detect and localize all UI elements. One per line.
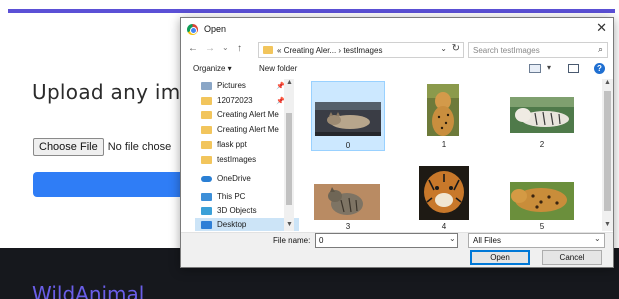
scrollbar-thumb[interactable] bbox=[604, 91, 611, 211]
accent-bar bbox=[8, 9, 615, 13]
file-item-1[interactable]: 1 bbox=[407, 81, 481, 151]
thumbnail-leopard-image bbox=[510, 182, 574, 220]
computer-icon bbox=[201, 192, 212, 201]
file-input[interactable]: Choose File No file chose bbox=[33, 138, 171, 156]
no-file-text: No file chose bbox=[107, 141, 172, 153]
close-icon[interactable]: ✕ bbox=[596, 21, 607, 35]
file-list: 0 1 2 3 4 5 bbox=[307, 79, 599, 231]
nav-item-label: Desktop bbox=[217, 220, 247, 229]
address-row: ← → ⌄ ↑ « Creating Aler... › testImages … bbox=[181, 40, 613, 61]
nav-item-label: flask ppt bbox=[217, 140, 247, 149]
breadcrumb-separator: › bbox=[338, 45, 342, 55]
scroll-down-icon[interactable]: ▼ bbox=[286, 221, 293, 228]
thumbnail-tabby-cat-image bbox=[314, 184, 380, 220]
chrome-icon bbox=[187, 23, 198, 35]
address-prefix: « bbox=[277, 45, 282, 55]
thumbnail-tiger-image bbox=[419, 166, 469, 220]
3d-objects-icon bbox=[201, 206, 212, 215]
file-item-5[interactable]: 5 bbox=[505, 162, 579, 231]
file-name: 1 bbox=[441, 140, 447, 149]
refresh-icon[interactable]: ↻ bbox=[452, 43, 460, 54]
open-button[interactable]: Open bbox=[470, 250, 530, 265]
up-arrow-icon[interactable]: ↑ bbox=[237, 43, 242, 54]
pictures-icon bbox=[201, 81, 212, 90]
folder-icon bbox=[201, 140, 212, 149]
nav-item-label: Creating Alert Me bbox=[217, 125, 279, 134]
recent-locations-icon[interactable]: ⌄ bbox=[222, 43, 229, 52]
nav-item-label: testImages bbox=[217, 155, 257, 164]
thumbnail-white-tiger-image bbox=[510, 97, 574, 133]
forward-arrow-icon[interactable]: → bbox=[205, 43, 215, 54]
preview-pane-icon[interactable] bbox=[568, 64, 579, 73]
file-name-field[interactable]: 0 bbox=[315, 233, 458, 248]
dialog-titlebar[interactable]: Open ✕ bbox=[181, 18, 613, 40]
scroll-up-icon[interactable]: ▲ bbox=[286, 79, 293, 86]
help-icon[interactable]: ? bbox=[594, 63, 605, 74]
cloud-icon bbox=[201, 175, 212, 182]
nav-item-label: 12072023 bbox=[217, 96, 253, 105]
dialog-title: Open bbox=[204, 24, 227, 34]
scroll-down-icon[interactable]: ▼ bbox=[604, 221, 611, 228]
desktop-icon bbox=[201, 220, 212, 229]
screen: Upload any ima Choose File No file chose… bbox=[0, 0, 619, 299]
cancel-button[interactable]: Cancel bbox=[542, 250, 602, 265]
new-folder-button[interactable]: New folder bbox=[259, 64, 297, 73]
nav-item-label: 3D Objects bbox=[217, 206, 257, 215]
file-type-select[interactable]: All Files bbox=[468, 233, 605, 248]
nav-item-label: OneDrive bbox=[217, 174, 251, 183]
folder-icon bbox=[263, 46, 273, 54]
back-arrow-icon[interactable]: ← bbox=[188, 43, 198, 54]
search-placeholder: Search testImages bbox=[473, 45, 540, 55]
file-item-2[interactable]: 2 bbox=[505, 81, 579, 151]
upload-button[interactable] bbox=[33, 172, 193, 197]
folder-icon bbox=[201, 110, 212, 119]
file-name: 3 bbox=[345, 222, 351, 231]
file-item-3[interactable]: 3 bbox=[311, 162, 385, 231]
nav-item-label: Creating Alert Me bbox=[217, 110, 279, 119]
file-name: 5 bbox=[539, 222, 545, 231]
scroll-up-icon[interactable]: ▲ bbox=[604, 79, 611, 86]
search-input[interactable]: Search testImages ⌕ bbox=[468, 42, 608, 58]
scrollbar-thumb[interactable] bbox=[286, 113, 292, 205]
chevron-down-icon[interactable]: ⌄ bbox=[594, 234, 601, 243]
choose-file-button[interactable]: Choose File bbox=[33, 138, 104, 156]
address-bar[interactable]: « Creating Aler... › testImages ⌄ ↻ bbox=[258, 42, 464, 58]
breadcrumb-current[interactable]: testImages bbox=[343, 46, 382, 55]
chevron-down-icon[interactable]: ⌄ bbox=[449, 234, 456, 243]
file-name-label: File name: bbox=[273, 236, 311, 245]
file-scrollbar[interactable]: ▲ ▼ bbox=[602, 79, 613, 231]
view-dropdown-icon[interactable]: ▾ bbox=[547, 63, 551, 72]
dialog-footer: File name: 0 ⌄ All Files ⌄ Open Cancel bbox=[181, 232, 613, 267]
nav-item-label: This PC bbox=[217, 192, 246, 201]
breadcrumb-parent[interactable]: Creating Aler... bbox=[284, 46, 336, 55]
file-name: 4 bbox=[441, 222, 447, 231]
open-file-dialog: Open ✕ ← → ⌄ ↑ « Creating Aler... › test… bbox=[180, 17, 614, 268]
file-name: 2 bbox=[539, 140, 545, 149]
toolbar: Organize ▾ New folder ▾ ? bbox=[181, 61, 613, 78]
chevron-down-icon[interactable]: ⌄ bbox=[440, 44, 447, 53]
folder-icon bbox=[201, 96, 212, 105]
file-name: 0 bbox=[345, 141, 351, 150]
page-heading: Upload any ima bbox=[32, 80, 194, 104]
search-icon: ⌕ bbox=[597, 44, 603, 54]
file-item-4[interactable]: 4 bbox=[407, 162, 481, 231]
thumbnail-sleeping-cat-image bbox=[315, 102, 381, 136]
view-options-icon[interactable] bbox=[529, 64, 541, 73]
organize-button[interactable]: Organize ▾ bbox=[193, 64, 232, 73]
folder-icon bbox=[201, 155, 212, 164]
brand-logo[interactable]: WildAnimal bbox=[32, 282, 144, 299]
thumbnail-cheetah-image bbox=[427, 84, 459, 136]
nav-item-label: Pictures bbox=[217, 81, 246, 90]
file-item-0[interactable]: 0 bbox=[311, 81, 385, 151]
folder-icon bbox=[201, 125, 212, 134]
nav-scrollbar[interactable]: ▲ ▼ bbox=[284, 79, 294, 231]
